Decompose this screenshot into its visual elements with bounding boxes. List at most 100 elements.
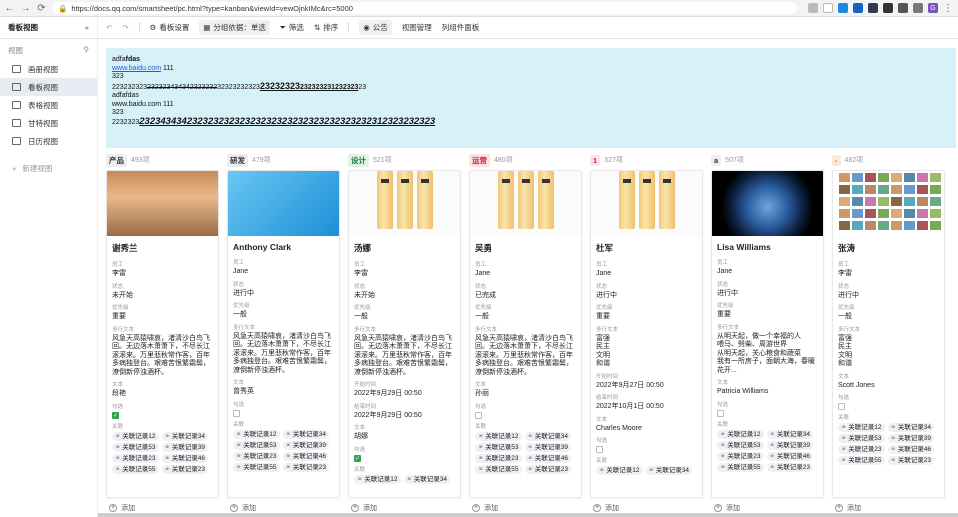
priority-value[interactable]: 一般 (233, 311, 334, 320)
status-value[interactable]: 进行中 (233, 290, 334, 299)
employee-value[interactable]: Jane (233, 268, 334, 277)
column-header[interactable]: 产品 493项 (106, 153, 219, 167)
forward-icon[interactable]: → (20, 3, 31, 14)
sidebar-item-table[interactable]: 表格视图 (0, 96, 97, 114)
priority-value[interactable]: 重要 (112, 313, 213, 322)
share-icon[interactable] (808, 3, 818, 13)
link-record-chip[interactable]: ⚭ 关联记录46 (524, 453, 571, 463)
status-value[interactable]: 进行中 (838, 292, 939, 301)
status-value[interactable]: 未开始 (112, 292, 213, 301)
column-header[interactable]: -482项 (832, 153, 945, 167)
priority-value[interactable]: 重要 (717, 311, 818, 320)
multiline-text-value[interactable]: 富强 民主 文明 和谐 (596, 335, 697, 369)
link-record-chip[interactable]: ⚭ 关联记录46 (887, 445, 934, 454)
link-record-chip[interactable]: ⚭ 关联记录39 (282, 440, 329, 450)
link-record-chip[interactable]: ⚭ 关联记录23 (838, 445, 885, 454)
extension-icon[interactable] (883, 3, 893, 13)
new-view-button[interactable]: + 新建视图 (0, 160, 97, 176)
priority-value[interactable]: 一般 (354, 313, 455, 322)
link-record-chip[interactable]: ⚭ 关联记录39 (524, 442, 571, 452)
checkbox[interactable] (233, 409, 240, 417)
sidebar-item-gantt[interactable]: 甘特视图 (0, 114, 97, 132)
link-record-chip[interactable]: ⚭ 关联记录23 (161, 464, 208, 474)
link-record-chip[interactable]: ⚭ 关联记录12 (717, 429, 764, 439)
text-value[interactable]: 曾秀英 (233, 388, 334, 397)
link-record-chip[interactable]: ⚭ 关联记录12 (475, 431, 522, 441)
link-record-chip[interactable]: ⚭ 关联记录53 (112, 442, 159, 452)
start-time-value[interactable]: 2022年9月27日 00:50 (596, 382, 697, 391)
link-record-chip[interactable]: ⚭ 关联记录23 (887, 456, 934, 465)
link-record-chip[interactable]: ⚭ 关联记录39 (161, 442, 208, 452)
link-record-chip[interactable]: ⚭ 关联记录23 (112, 453, 159, 463)
checkbox[interactable] (838, 403, 845, 410)
group-by-button[interactable]: ▦ 分组依据：单选 (199, 20, 270, 35)
kanban-card[interactable]: 汤娜 员工 李雷 状态 未开始 优先级 一般 多行文本 风急天高猿啸哀，渚清沙白鸟飞回。无边落木… (348, 170, 461, 498)
back-icon[interactable]: ← (4, 3, 15, 14)
multiline-text-value[interactable]: 风急天高猿啸哀，渚清沙白鸟飞回。无边落木萧萧下，不尽长江滚滚来。万里悲秋常作客，… (475, 335, 576, 378)
link-record-chip[interactable]: ⚭ 关联记录39 (766, 440, 813, 450)
link-record-chip[interactable]: ⚭ 关联记录23 (524, 464, 571, 474)
start-time-value[interactable]: 2022年9月29日 00:50 (354, 390, 455, 399)
link-record-chip[interactable]: ⚭ 关联记录34 (645, 466, 692, 475)
link-record-chip[interactable]: ⚭ 关联记录23 (766, 462, 813, 472)
link-record-chip[interactable]: ⚭ 关联记录46 (161, 453, 208, 463)
link-record-chip[interactable]: ⚭ 关联记录39 (887, 434, 934, 443)
kanban-card[interactable]: 张涛 员工 李雷 状态 进行中 优先级 一般 多行文本 富强 民主 文明 和谐 文本 Scott J… (832, 170, 945, 498)
sidebar-icon[interactable] (913, 3, 923, 13)
link-record-chip[interactable]: ⚭ 关联记录23 (717, 451, 764, 461)
extension-icon[interactable] (838, 3, 848, 13)
link-record-chip[interactable]: ⚭ 关联记录55 (717, 462, 764, 472)
link-record-chip[interactable]: ⚭ 关联记录53 (717, 440, 764, 450)
link-record-chip[interactable]: ⚭ 关联记录12 (112, 431, 159, 441)
kanban-card[interactable]: 杜军 员工 Jane 状态 进行中 优先级 重要 多行文本 富强 民主 文明 和谐 开始时间 202… (590, 170, 703, 498)
sort-button[interactable]: ⇅ 排序 (314, 22, 338, 33)
link-record-chip[interactable]: ⚭ 关联记录55 (475, 464, 522, 474)
horizontal-scrollbar[interactable] (98, 513, 958, 517)
link-record-chip[interactable]: ⚭ 关联记录55 (112, 464, 159, 474)
column-header[interactable]: 1 327项 (590, 153, 703, 167)
redo-button[interactable]: ↷ (122, 23, 128, 32)
text-value[interactable]: 胡娜 (354, 433, 455, 442)
multiline-text-value[interactable]: 风急天高猿啸哀，渚清沙白鸟飞回。无边落木萧萧下，不尽长江滚滚来。万里悲秋常作客，… (354, 335, 455, 378)
status-value[interactable]: 已完成 (475, 292, 576, 301)
link-record-chip[interactable]: ⚭ 关联记录55 (838, 456, 885, 465)
multiline-text-value[interactable]: 富强 民主 文明 和谐 (838, 335, 939, 369)
employee-value[interactable]: Jane (475, 270, 576, 279)
sidebar-item-calendar[interactable]: 日历视图 (0, 132, 97, 150)
link-record-chip[interactable]: ⚭ 关联记录53 (475, 442, 522, 452)
multiline-text-value[interactable]: 风急天高猿啸哀，渚清沙白鸟飞回。无边落木萧萧下，不尽长江滚滚来。万里悲秋常作客，… (112, 335, 213, 378)
link-record-chip[interactable]: ⚭ 关联记录12 (233, 429, 280, 439)
checkbox[interactable]: ✓ (112, 411, 119, 419)
checkbox[interactable] (475, 411, 482, 419)
link-record-chip[interactable]: ⚭ 关联记录12 (354, 474, 401, 484)
collapse-icon[interactable]: « (85, 23, 89, 32)
link-record-chip[interactable]: ⚭ 关联记录34 (282, 429, 329, 439)
avatar[interactable]: G (928, 3, 938, 13)
column-header[interactable]: a 507项 (711, 153, 824, 167)
kanban-settings-button[interactable]: ⚙ 看板设置 (150, 22, 190, 33)
star-icon[interactable] (823, 3, 833, 13)
extension-icon[interactable] (868, 3, 878, 13)
extension-icon[interactable] (853, 3, 863, 13)
banner-link[interactable]: www.baidu.com (112, 65, 161, 72)
link-record-chip[interactable]: ⚭ 关联记录23 (233, 451, 280, 461)
kanban-card[interactable]: 吴勇 员工 Jane 状态 已完成 优先级 一般 多行文本 风急天高猿啸哀，渚清沙白鸟飞回。无边… (469, 170, 582, 498)
notice-button[interactable]: ◉ 公告 (359, 20, 392, 35)
status-value[interactable]: 进行中 (596, 292, 697, 301)
link-record-chip[interactable]: ⚭ 关联记录53 (233, 440, 280, 450)
priority-value[interactable]: 重要 (596, 313, 697, 322)
text-value[interactable]: Scott Jones (838, 382, 939, 391)
employee-value[interactable]: Jane (717, 268, 818, 277)
end-time-value[interactable]: 2022年9月29日 00:50 (354, 412, 455, 421)
priority-value[interactable]: 一般 (838, 313, 939, 322)
link-record-chip[interactable]: ⚭ 关联记录34 (161, 431, 208, 441)
text-value[interactable]: Charles Moore (596, 425, 697, 434)
employee-value[interactable]: 李雷 (112, 270, 213, 279)
employee-value[interactable]: Jane (596, 270, 697, 279)
sidebar-item-gallery[interactable]: 画册视图 (0, 60, 97, 78)
address-bar[interactable]: 🔒 https://docs.qq.com/smartsheet/pc.html… (52, 2, 797, 14)
column-header[interactable]: 研发 479项 (227, 153, 340, 167)
multiline-text-value[interactable]: 风急天高猿啸哀，渚清沙白鸟飞回。无边落木萧萧下，不尽长江滚滚来。万里悲秋常作客，… (233, 333, 334, 376)
kanban-card[interactable]: 谢秀兰 员工 李雷 状态 未开始 优先级 重要 多行文本 风急天高猿啸哀，渚清沙白鸟飞回。无边落… (106, 170, 219, 498)
link-record-chip[interactable]: ⚭ 关联记录34 (766, 429, 813, 439)
